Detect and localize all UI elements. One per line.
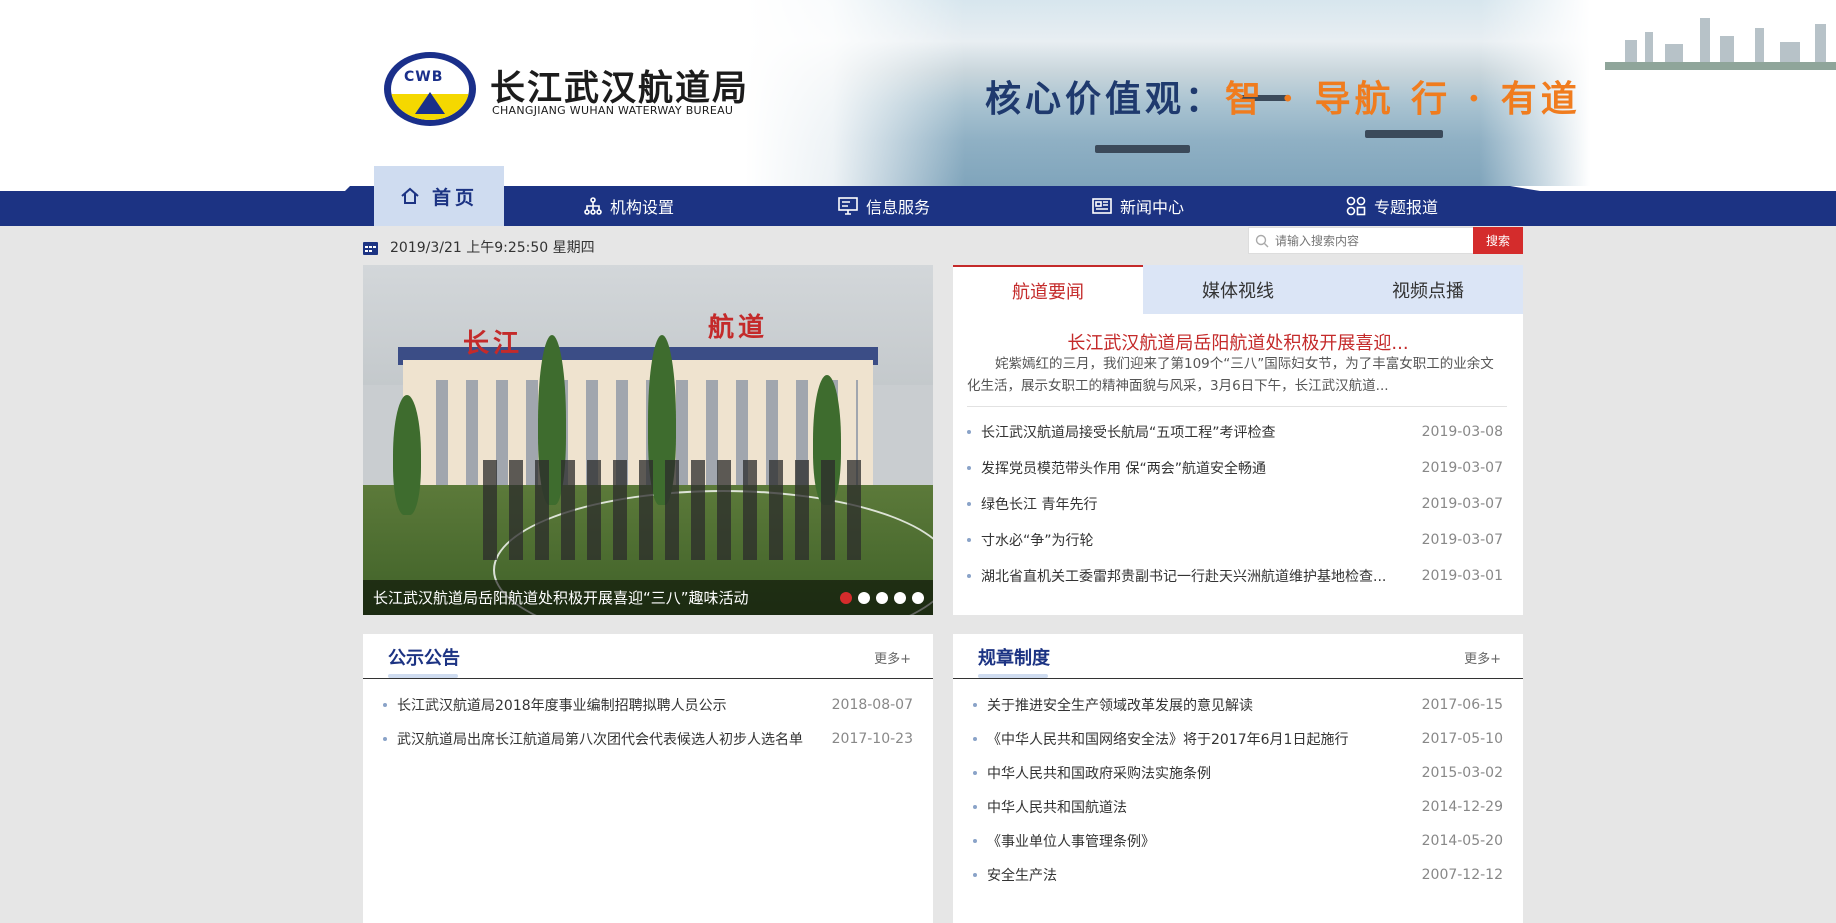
- tab-waterway-news[interactable]: 航道要闻: [953, 265, 1143, 314]
- photo-slider[interactable]: 长江 航道 长江武汉航道局岳阳航道处积极开展喜迎“三八”趣味活动: [363, 265, 933, 615]
- nav-label: 专题报道: [1374, 198, 1439, 217]
- search-input[interactable]: [1275, 233, 1465, 248]
- slider-dot[interactable]: [840, 592, 852, 604]
- core-values-slogan: 核心价值观：智 · 导航 行 · 有道: [985, 78, 1581, 120]
- nav-label: 新闻中心: [1120, 198, 1185, 217]
- nav-label: 机构设置: [610, 198, 675, 217]
- home-icon: [401, 187, 419, 204]
- tab-video[interactable]: 视频点播: [1333, 265, 1523, 314]
- nav-label: 信息服务: [866, 198, 931, 217]
- more-link[interactable]: 更多+: [1464, 648, 1501, 667]
- newspaper-icon: [1092, 198, 1112, 214]
- nav-item-organization[interactable]: 机构设置: [584, 186, 674, 226]
- nav-item-info-service[interactable]: 信息服务: [838, 186, 930, 226]
- search-box: [1248, 227, 1477, 254]
- site-header: 核心价值观：智 · 导航 行 · 有道 CWB 长江武汉航道局 CHANGJIA…: [0, 0, 1836, 188]
- news-item[interactable]: 湖北省直机关工委雷邦贵副书记一行赴天兴洲航道维护基地检查... 2019-03-…: [967, 558, 1503, 594]
- people-group: [483, 460, 863, 560]
- grid-icon: [1346, 196, 1366, 216]
- regulation-item[interactable]: 关于推进安全生产领域改革发展的意见解读 2017-06-15: [973, 688, 1503, 722]
- nav-item-home[interactable]: 首页: [374, 166, 504, 226]
- org-chart-icon: [584, 197, 602, 215]
- nav-label: 首页: [431, 186, 478, 209]
- slider-dot[interactable]: [894, 592, 906, 604]
- calendar-icon: [363, 241, 378, 255]
- nav-item-news-center[interactable]: 新闻中心: [1092, 186, 1184, 226]
- notices-panel: 公示公告 更多+: [363, 634, 933, 923]
- slider-dot[interactable]: [876, 592, 888, 604]
- city-skyline: [1605, 18, 1836, 70]
- news-item[interactable]: 寸水必“争”为行轮 2019-03-07: [967, 522, 1503, 558]
- search-button[interactable]: 搜索: [1473, 227, 1523, 254]
- slider-dots: [840, 592, 924, 604]
- logo-emblem: CWB: [384, 52, 476, 126]
- nav-item-special-reports[interactable]: 专题报道: [1346, 186, 1438, 226]
- ship: [1365, 130, 1443, 138]
- regulation-item[interactable]: 中华人民共和国航道法 2014-12-29: [973, 790, 1503, 824]
- regulation-item[interactable]: 中华人民共和国政府采购法实施条例 2015-03-02: [973, 756, 1503, 790]
- monitor-icon: [838, 197, 858, 215]
- building-sign-left: 长江: [463, 329, 524, 359]
- regulation-item[interactable]: 安全生产法 2007-12-12: [973, 858, 1503, 892]
- org-name-english: CHANGJIANG WUHAN WATERWAY BUREAU: [492, 104, 734, 117]
- news-item[interactable]: 绿色长江 青年先行 2019-03-07: [967, 486, 1503, 522]
- notice-item[interactable]: 长江武汉航道局2018年度事业编制招聘拟聘人员公示 2018-08-07: [383, 688, 913, 722]
- regulation-item[interactable]: 《事业单位人事管理条例》 2014-05-20: [973, 824, 1503, 858]
- news-tabs: 航道要闻 媒体视线 视频点播: [953, 265, 1523, 314]
- slider-dot[interactable]: [858, 592, 870, 604]
- slider-dot[interactable]: [912, 592, 924, 604]
- news-item[interactable]: 发挥党员模范带头作用 保“两会”航道安全畅通 2019-03-07: [967, 450, 1503, 486]
- panel-title: 公示公告: [388, 648, 460, 669]
- regulation-item[interactable]: 《中华人民共和国网络安全法》将于2017年6月1日起施行 2017-05-10: [973, 722, 1503, 756]
- tab-media-view[interactable]: 媒体视线: [1143, 265, 1333, 314]
- date-display: 2019/3/21 上午9:25:50 星期四: [363, 237, 595, 257]
- news-item[interactable]: 长江武汉航道局接受长航局“五项工程”考评检查 2019-03-08: [967, 414, 1503, 450]
- featured-headline[interactable]: 长江武汉航道局岳阳航道处积极开展喜迎...: [953, 329, 1523, 355]
- more-link[interactable]: 更多+: [874, 648, 911, 667]
- current-datetime: 2019/3/21 上午9:25:50 星期四: [390, 240, 595, 256]
- featured-summary: 姹紫嫣红的三月，我们迎来了第109个“三八”国际妇女节，为了丰富女职工的业余文化…: [967, 356, 1494, 394]
- notice-item[interactable]: 武汉航道局出席长江航道局第八次团代会代表候选人初步人选名单 2017-10-23: [383, 722, 913, 756]
- ship: [1095, 145, 1190, 153]
- search-icon: [1255, 234, 1269, 247]
- building-sign-right: 航道: [708, 313, 769, 343]
- panel-title: 规章制度: [978, 648, 1050, 669]
